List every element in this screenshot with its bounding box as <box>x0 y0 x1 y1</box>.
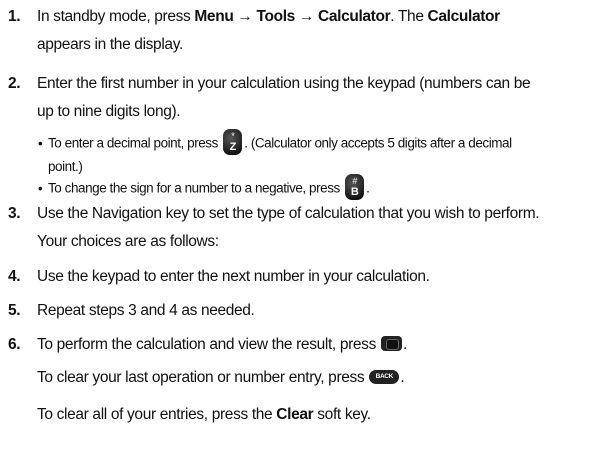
step-1-line-1: In standby mode, press Menu → Tools → Ca… <box>37 8 501 25</box>
bullet-negative-sign: • To change the sign for a number to a ne… <box>38 174 370 200</box>
step-2-line-1: Enter the first number in your calculati… <box>37 75 531 92</box>
star-z-key-icon: * Z <box>223 129 243 155</box>
calculator-instructions: 1. In standby mode, press Menu → Tools →… <box>0 0 604 453</box>
step-2-line-2: up to nine digits long). <box>37 103 181 120</box>
step-number: 2. <box>8 75 21 92</box>
calculator-label: Calculator <box>427 8 501 25</box>
hash-b-key-icon: # B <box>345 174 365 200</box>
step-number: 1. <box>8 8 21 25</box>
menu-path: Menu → Tools → Calculator <box>194 8 391 25</box>
step-6-line-1: To perform the calculation and view the … <box>37 336 407 353</box>
back-key-icon: BACK <box>369 369 400 384</box>
step-3-line-2: Your choices are as follows: <box>37 233 219 250</box>
step-4-line-1: Use the keypad to enter the next number … <box>37 268 430 285</box>
step-number: 5. <box>8 302 21 319</box>
step-number: 4. <box>8 268 21 285</box>
step-number: 3. <box>8 205 21 222</box>
step-5-line-1: Repeat steps 3 and 4 as needed. <box>37 302 255 319</box>
clear-softkey-label: Clear <box>276 406 314 423</box>
step-number: 6. <box>8 336 21 353</box>
bullet-decimal-point: • To enter a decimal point, press * Z. (Ca… <box>38 129 512 174</box>
step-3-line-1: Use the Navigation key to set the type o… <box>37 205 540 222</box>
step-1-line-2: appears in the display. <box>37 36 183 53</box>
ok-key-icon <box>380 336 402 352</box>
